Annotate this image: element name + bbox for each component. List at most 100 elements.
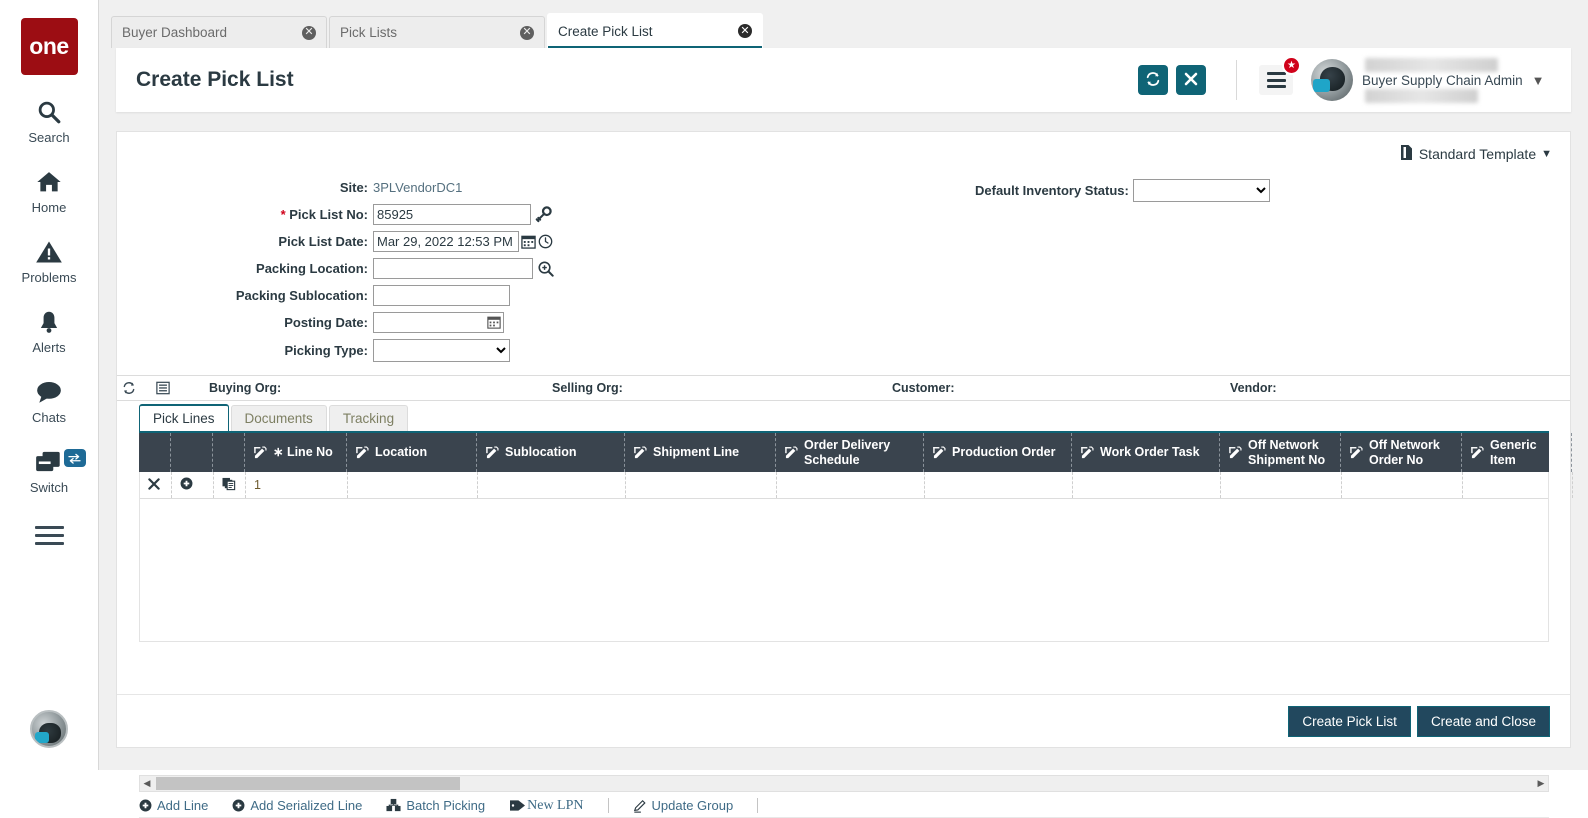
grid-header-order-delivery-schedule[interactable]: Order Delivery Schedule [776,433,924,472]
tab-buyer-dashboard[interactable]: Buyer Dashboard ✕ [111,16,327,48]
sidebar-avatar[interactable] [30,710,68,748]
close-circle-icon[interactable]: ✕ [738,24,752,38]
swap-arrows-icon[interactable] [63,449,86,467]
create-pick-list-button[interactable]: Create Pick List [1288,705,1411,737]
grid-header-off-network-shipment-no[interactable]: Off Network Shipment No [1220,433,1341,472]
action-label: Add Line [157,798,209,813]
chevron-down-icon[interactable]: ▼ [1521,58,1555,102]
user-info[interactable]: Buyer Supply Chain Admin [1359,58,1523,103]
refresh-icon [1145,71,1161,90]
packing-sublocation-input[interactable] [373,284,510,306]
create-and-close-button[interactable]: Create and Close [1416,705,1550,737]
cell-sublocation[interactable] [478,472,626,498]
sidebar-item-chats[interactable]: Chats [0,377,99,425]
grid-header-location[interactable]: Location [347,433,477,472]
grid-header-line-no[interactable]: ∗ Line No [245,433,347,472]
action-label: Update Group [651,798,734,813]
default-inventory-status-select[interactable] [1132,179,1270,202]
pencil-edit-icon [485,445,499,460]
inner-tab-strip: Pick Lines Documents Tracking [139,404,410,431]
sidebar-item-search[interactable]: Search [0,97,99,145]
tab-pick-lists[interactable]: Pick Lists ✕ [329,16,545,48]
sidebar-label-search: Search [28,130,70,145]
key-icon[interactable] [535,205,552,223]
field-label-packing-location: Packing Location: [256,260,368,276]
grid-header-off-network-order-no[interactable]: Off Network Order No [1341,433,1462,472]
caret-left-icon[interactable]: ◀ [140,778,154,789]
calendar-icon[interactable] [484,311,504,333]
close-circle-icon[interactable]: ✕ [302,25,316,40]
cell-generic-item[interactable] [1463,472,1573,498]
cell-work-order-task[interactable] [1073,472,1221,498]
grid-header-blank-2 [213,433,245,472]
header-menu-button[interactable]: ★ [1259,56,1301,95]
grid-header-work-order-task[interactable]: Work Order Task [1072,433,1220,472]
row-copy-button[interactable] [214,472,246,498]
sidebar-item-problems[interactable]: Problems [0,237,99,285]
new-lpn-button[interactable]: New LPN [509,798,584,814]
scrollbar-thumb[interactable] [156,777,460,790]
sidebar-item-home[interactable]: Home [0,167,99,215]
field-packing-location: Packing Location: [117,257,597,279]
grid-horizontal-scrollbar[interactable]: ◀ ▶ [139,775,1549,792]
field-label-pick-list-no: * Pick List No: [117,207,373,222]
grid-header-production-order[interactable]: Production Order [924,433,1072,472]
sidebar-item-switch[interactable]: Switch [0,447,99,495]
add-circle-icon [139,799,152,812]
sidebar-item-alerts[interactable]: Alerts [0,307,99,355]
posting-date-input[interactable] [373,311,484,333]
one-logo[interactable]: one [20,18,78,75]
warning-triangle-icon [35,237,63,267]
action-divider-end [757,798,759,813]
refresh-button[interactable] [1138,65,1168,95]
add-line-button[interactable]: Add Line [139,798,208,813]
cell-location[interactable] [348,472,478,498]
close-button[interactable] [1176,65,1206,95]
refresh-icon[interactable] [117,381,141,395]
cell-order-delivery-schedule[interactable] [777,472,925,498]
picking-type-select[interactable] [373,339,510,362]
clock-icon[interactable] [538,234,553,249]
grid-header-generic-item[interactable]: Generic Item [1462,433,1572,472]
tab-tracking[interactable]: Tracking [328,405,409,431]
row-add-button[interactable] [172,472,214,498]
grid-header-sublocation[interactable]: Sublocation [477,433,625,472]
grid-header-shipment-line[interactable]: Shipment Line [625,433,776,472]
scrollbar-track[interactable] [154,776,1534,791]
grid-action-bar: Add Line Add Serialized Line Batch Picki… [139,794,1549,818]
close-circle-icon[interactable]: ✕ [520,25,534,40]
pencil-edit-icon [1080,445,1094,460]
cell-off-network-order-no[interactable] [1342,472,1463,498]
list-view-icon[interactable] [151,381,175,395]
standard-template-picker[interactable]: Standard Template ▼ [1399,144,1552,164]
tab-create-pick-list[interactable]: Create Pick List ✕ [547,13,763,48]
sidebar-hamburger-icon[interactable] [34,521,64,550]
magnifier-plus-icon[interactable] [537,260,554,277]
field-value-site[interactable]: 3PLVendorDC1 [373,180,462,195]
pencil-edit-icon [1470,445,1484,460]
packing-location-input[interactable] [373,257,533,279]
cell-line-no[interactable]: 1 [246,472,348,498]
cell-shipment-line[interactable] [626,472,777,498]
add-serialized-line-button[interactable]: Add Serialized Line [232,798,362,813]
update-group-button[interactable]: Update Group [633,798,734,813]
tab-pick-lines[interactable]: Pick Lines [139,404,229,431]
user-avatar-icon[interactable] [1311,59,1353,101]
caret-right-icon[interactable]: ▶ [1534,778,1548,789]
row-delete-button[interactable] [140,472,172,498]
header-divider [1236,60,1237,100]
field-pick-list-date: Pick List Date: [117,230,597,252]
calendar-icon[interactable] [521,234,536,249]
cell-off-network-shipment-no[interactable] [1221,472,1342,498]
chat-bubble-icon [35,377,63,407]
field-site: Site: 3PLVendorDC1 [117,176,597,198]
template-label: Standard Template [1418,146,1537,162]
pick-list-no-input[interactable] [373,203,531,225]
tab-documents[interactable]: Documents [230,405,327,431]
cell-production-order[interactable] [925,472,1073,498]
batch-picking-button[interactable]: Batch Picking [386,798,485,813]
card-footer: Create Pick List Create and Close [117,694,1570,747]
grid-header-label: Order Delivery Schedule [804,438,891,467]
table-row[interactable]: 1 [140,472,1573,499]
pick-list-date-input[interactable] [373,230,519,252]
